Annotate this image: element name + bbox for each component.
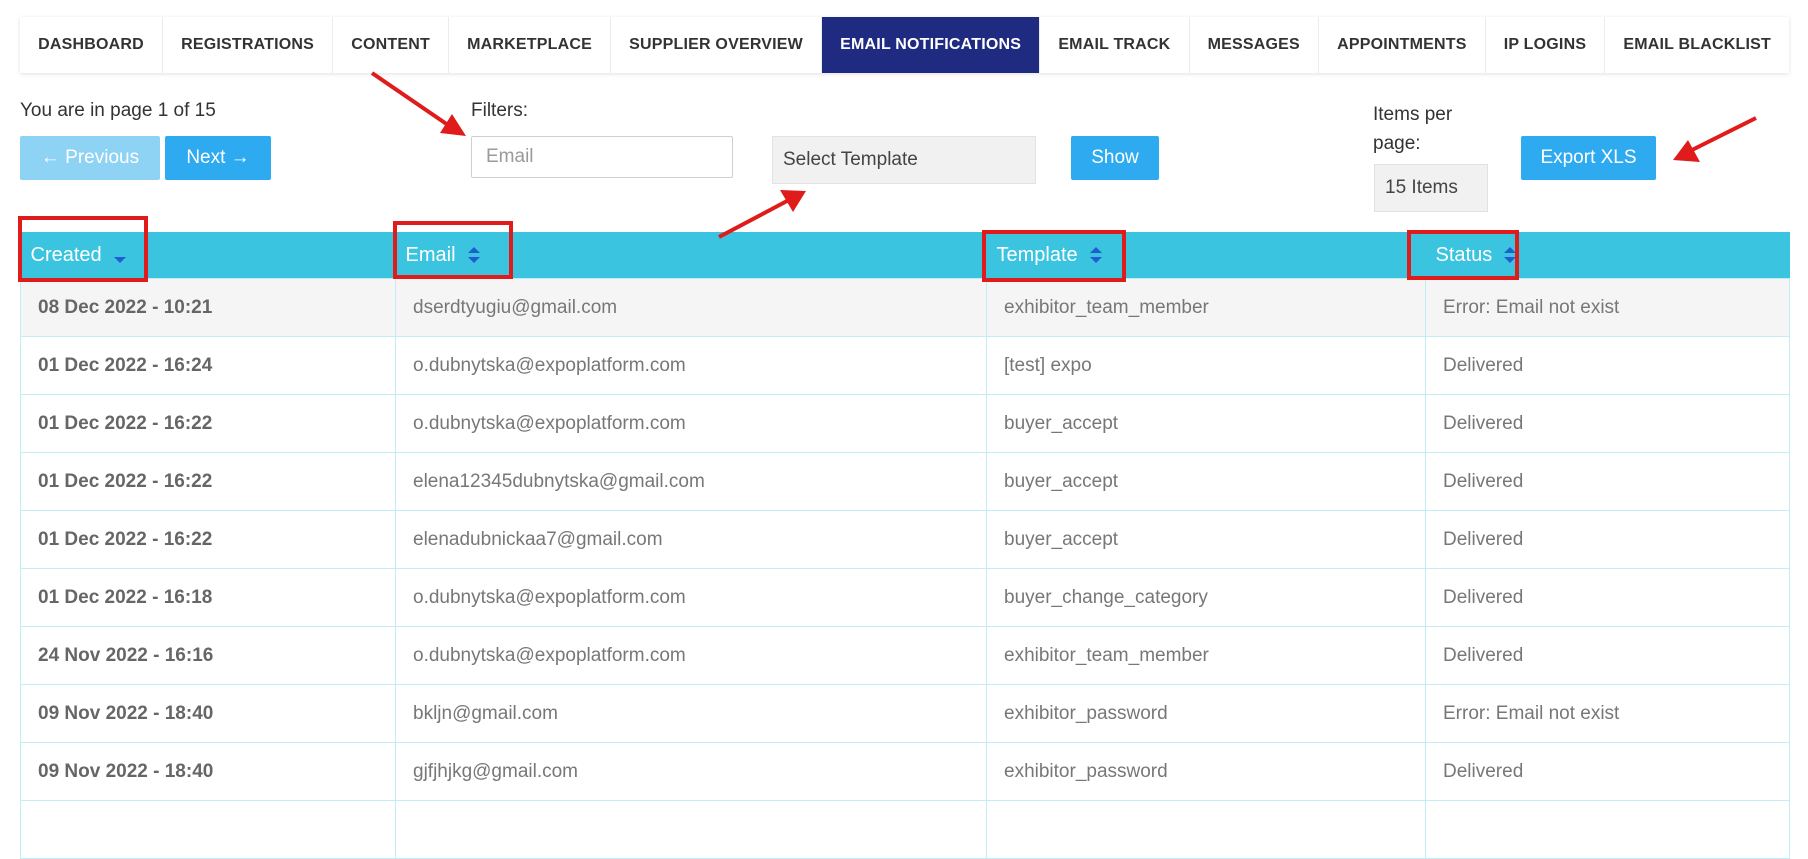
cell-created: 01 Dec 2022 - 16:18 <box>20 568 396 627</box>
cell-email: gjfjhjkg@gmail.com <box>395 742 987 801</box>
show-button[interactable]: Show <box>1071 136 1159 180</box>
cell-template: buyer_change_category <box>986 568 1426 627</box>
items-per-page-label: Items per page: <box>1373 104 1453 154</box>
cell-status: Delivered <box>1425 742 1790 801</box>
cell-status: Delivered <box>1425 394 1790 453</box>
table-row: 01 Dec 2022 - 16:22 elena12345dubnytska@… <box>20 452 1790 511</box>
column-header-status[interactable]: Status <box>1425 232 1790 279</box>
email-notifications-table: Created Email Template Status 08 Dec 202… <box>20 232 1790 859</box>
cell-status <box>1425 800 1790 859</box>
cell-email: dserdtyugiu@gmail.com <box>395 278 987 337</box>
cell-email: o.dubnytska@expoplatform.com <box>395 568 987 627</box>
export-xls-button[interactable]: Export XLS <box>1521 136 1656 180</box>
tab-dashboard[interactable]: DASHBOARD <box>20 17 163 73</box>
cell-created: 09 Nov 2022 - 18:40 <box>20 684 396 743</box>
page-info: You are in page 1 of 15 <box>20 100 216 121</box>
tab-ip-logins[interactable]: IP LOGINS <box>1486 17 1606 73</box>
tab-email-track[interactable]: EMAIL TRACK <box>1040 17 1190 73</box>
table-row: 01 Dec 2022 - 16:22 elenadubnickaa7@gmai… <box>20 510 1790 569</box>
cell-status: Delivered <box>1425 626 1790 685</box>
next-button[interactable]: Next → <box>165 136 271 180</box>
column-label: Email <box>405 243 456 266</box>
arrow-icon <box>1673 116 1757 162</box>
previous-button[interactable]: ← Previous <box>20 136 160 180</box>
cell-email: o.dubnytska@expoplatform.com <box>395 394 987 453</box>
cell-template: exhibitor_password <box>986 742 1426 801</box>
column-header-template[interactable]: Template <box>986 232 1426 279</box>
cell-template: exhibitor_team_member <box>986 278 1426 337</box>
tab-messages[interactable]: MESSAGES <box>1190 17 1319 73</box>
cell-created: 09 Nov 2022 - 18:40 <box>20 742 396 801</box>
cell-created <box>20 800 396 859</box>
column-label: Template <box>996 243 1078 266</box>
tab-registrations[interactable]: REGISTRATIONS <box>163 17 334 73</box>
sort-icon[interactable] <box>113 247 126 264</box>
arrow-icon <box>370 71 466 136</box>
cell-status: Delivered <box>1425 452 1790 511</box>
table-row: 08 Dec 2022 - 10:21 dserdtyugiu@gmail.co… <box>20 278 1790 337</box>
tab-email-blacklist[interactable]: EMAIL BLACKLIST <box>1605 17 1789 73</box>
table-row <box>20 800 1790 859</box>
column-header-email[interactable]: Email <box>395 232 987 279</box>
cell-email: o.dubnytska@expoplatform.com <box>395 336 987 395</box>
email-filter-input[interactable] <box>471 136 733 178</box>
cell-status: Error: Email not exist <box>1425 684 1790 743</box>
column-header-created[interactable]: Created <box>20 232 396 279</box>
cell-template: exhibitor_password <box>986 684 1426 743</box>
tab-email-notifications[interactable]: EMAIL NOTIFICATIONS <box>822 17 1041 73</box>
tab-appointments[interactable]: APPOINTMENTS <box>1319 17 1486 73</box>
table-row: 09 Nov 2022 - 18:40 gjfjhjkg@gmail.com e… <box>20 742 1790 801</box>
cell-email: bkljn@gmail.com <box>395 684 987 743</box>
cell-email: elenadubnickaa7@gmail.com <box>395 510 987 569</box>
table-row: 01 Dec 2022 - 16:24 o.dubnytska@expoplat… <box>20 336 1790 395</box>
cell-created: 08 Dec 2022 - 10:21 <box>20 278 396 337</box>
column-label: Created <box>30 243 102 266</box>
table-row: 09 Nov 2022 - 18:40 bkljn@gmail.com exhi… <box>20 684 1790 743</box>
tab-content[interactable]: CONTENT <box>333 17 450 73</box>
cell-template: [test] expo <box>986 336 1426 395</box>
arrow-icon <box>718 190 806 239</box>
cell-email: elena12345dubnytska@gmail.com <box>395 452 987 511</box>
cell-created: 01 Dec 2022 - 16:22 <box>20 510 396 569</box>
cell-status: Delivered <box>1425 336 1790 395</box>
cell-created: 24 Nov 2022 - 16:16 <box>20 626 396 685</box>
cell-created: 01 Dec 2022 - 16:24 <box>20 336 396 395</box>
tab-supplier-overview[interactable]: SUPPLIER OVERVIEW <box>611 17 823 73</box>
items-per-page-select[interactable]: 15 Items <box>1374 164 1488 212</box>
sort-icon[interactable] <box>467 247 480 264</box>
table-row: 01 Dec 2022 - 16:18 o.dubnytska@expoplat… <box>20 568 1790 627</box>
cell-email <box>395 800 987 859</box>
sort-icon[interactable] <box>1504 247 1517 264</box>
sort-icon[interactable] <box>1089 247 1102 264</box>
table-row: 01 Dec 2022 - 16:22 o.dubnytska@expoplat… <box>20 394 1790 453</box>
cell-status: Delivered <box>1425 510 1790 569</box>
cell-template: buyer_accept <box>986 452 1426 511</box>
cell-created: 01 Dec 2022 - 16:22 <box>20 452 396 511</box>
cell-status: Delivered <box>1425 568 1790 627</box>
tab-marketplace[interactable]: MARKETPLACE <box>449 17 612 73</box>
cell-email: o.dubnytska@expoplatform.com <box>395 626 987 685</box>
template-select[interactable]: Select Template <box>772 136 1036 184</box>
table-row: 24 Nov 2022 - 16:16 o.dubnytska@expoplat… <box>20 626 1790 685</box>
table-header-row: Created Email Template Status <box>20 232 1790 279</box>
cell-template: exhibitor_team_member <box>986 626 1426 685</box>
cell-status: Error: Email not exist <box>1425 278 1790 337</box>
cell-template: buyer_accept <box>986 510 1426 569</box>
cell-template: buyer_accept <box>986 394 1426 453</box>
column-label: Status <box>1435 243 1493 266</box>
cell-created: 01 Dec 2022 - 16:22 <box>20 394 396 453</box>
cell-template <box>986 800 1426 859</box>
filters-label: Filters: <box>471 100 528 121</box>
top-nav-tabs: DASHBOARD REGISTRATIONS CONTENT MARKETPL… <box>20 17 1789 73</box>
